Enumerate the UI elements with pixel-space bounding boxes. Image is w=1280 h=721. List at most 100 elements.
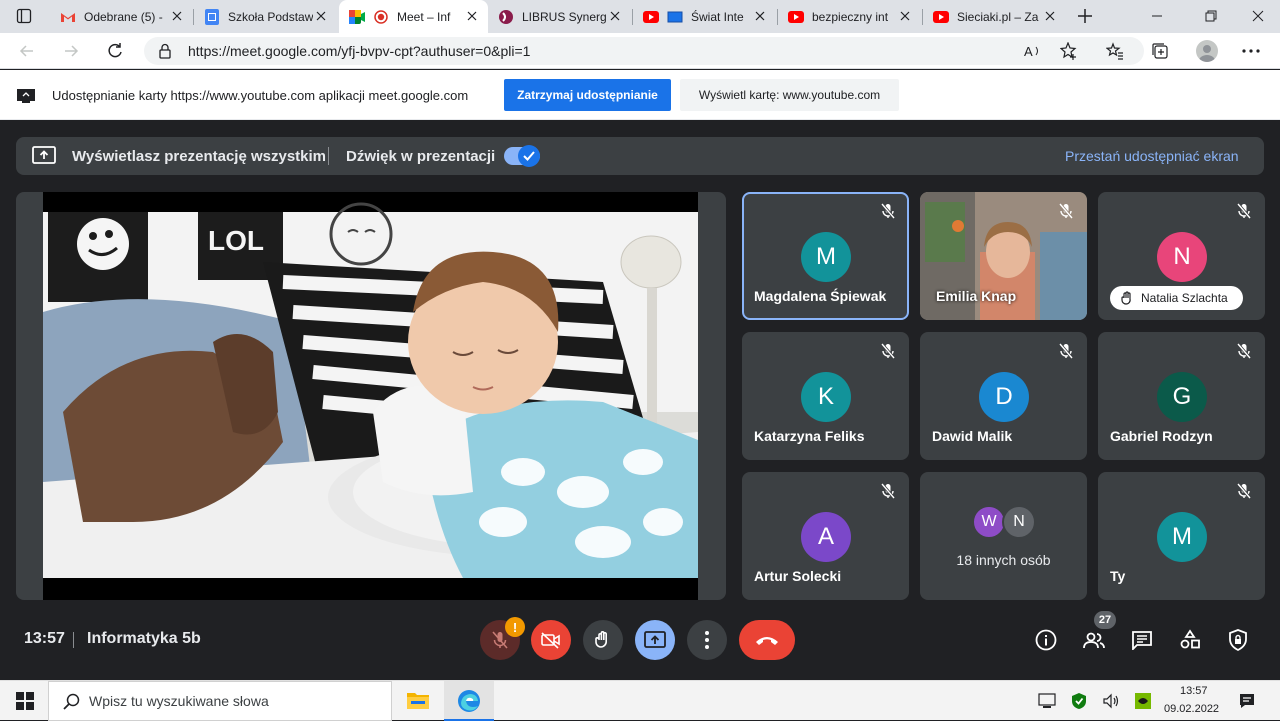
- activities-button[interactable]: [1177, 627, 1203, 653]
- present-screen-icon: [32, 146, 56, 166]
- librus-icon: [498, 9, 514, 25]
- folder-icon: [407, 693, 429, 709]
- meeting-details-button[interactable]: [1033, 627, 1059, 653]
- action-center-button[interactable]: [1238, 692, 1256, 710]
- self-tile[interactable]: M Ty: [1098, 472, 1265, 600]
- favorites-button[interactable]: [1106, 42, 1124, 60]
- google-meet-icon: [349, 9, 365, 25]
- screen-share-icon: [16, 88, 36, 104]
- start-button[interactable]: [16, 692, 34, 710]
- tab-actions-icon: [16, 8, 32, 24]
- others-tile[interactable]: W N 18 innych osób: [920, 472, 1087, 600]
- close-tab-icon[interactable]: [897, 8, 913, 24]
- youtube-icon: [788, 9, 804, 25]
- people-button[interactable]: [1081, 627, 1107, 653]
- participant-name: Dawid Malik: [932, 428, 1013, 444]
- show-tab-button[interactable]: Wyświetl kartę: www.youtube.com: [680, 79, 899, 111]
- hang-up-icon: [756, 637, 778, 645]
- back-button[interactable]: [18, 42, 36, 60]
- collections-button[interactable]: [1151, 42, 1169, 60]
- meeting-name: Informatyka 5b: [87, 630, 201, 647]
- tab-librus[interactable]: LIBRUS Synergi: [488, 0, 631, 33]
- shield-lock-icon: [1229, 629, 1247, 651]
- participant-name: Katarzyna Feliks: [754, 428, 865, 444]
- clock-time[interactable]: 13:57: [1180, 685, 1208, 697]
- divider: [73, 632, 74, 648]
- address-bar-row: https://meet.google.com/yfj-bvpv-cpt?aut…: [0, 33, 1280, 69]
- stop-sharing-button[interactable]: Zatrzymaj udostępnianie: [504, 79, 671, 111]
- volume-icon[interactable]: [1102, 693, 1120, 709]
- raised-hand-badge: Natalia Szlachta: [1110, 286, 1243, 310]
- tablet-mode-icon[interactable]: [1038, 693, 1056, 709]
- minimize-button[interactable]: [1149, 8, 1165, 24]
- profile-button[interactable]: [1196, 40, 1218, 62]
- close-window-button[interactable]: [1250, 8, 1266, 24]
- tab-meet[interactable]: Meet – Inf: [339, 0, 488, 33]
- people-count-badge: 27: [1094, 611, 1116, 629]
- presentation-view: LOL: [16, 192, 726, 600]
- nvidia-icon[interactable]: [1134, 692, 1152, 710]
- shared-video: LOL: [43, 192, 698, 600]
- presenting-bar: Wyświetlasz prezentację wszystkim Dźwięk…: [16, 137, 1264, 175]
- close-tab-icon[interactable]: [464, 8, 480, 24]
- avatar: N: [1002, 505, 1036, 539]
- taskbar-search[interactable]: Wpisz tu wyszukiwane słowa: [48, 681, 392, 721]
- chat-button[interactable]: [1129, 627, 1155, 653]
- lock-icon[interactable]: [158, 43, 172, 59]
- participant-tile[interactable]: M Magdalena Śpiewak: [742, 192, 909, 320]
- participant-tile[interactable]: D Dawid Malik: [920, 332, 1087, 460]
- camera-button[interactable]: [531, 620, 571, 660]
- search-placeholder[interactable]: Wpisz tu wyszukiwane słowa: [89, 693, 269, 709]
- tab-gmail[interactable]: Odebrane (5) -: [50, 0, 193, 33]
- more-options-button[interactable]: [687, 620, 727, 660]
- new-tab-button[interactable]: [1076, 7, 1094, 25]
- tab-bezpieczny[interactable]: bezpieczny int: [778, 0, 921, 33]
- present-screen-icon: [644, 631, 666, 648]
- settings-more-button[interactable]: [1242, 49, 1260, 53]
- tab-szkola[interactable]: Szkoła Podstaw: [194, 0, 337, 33]
- close-tab-icon[interactable]: [1042, 8, 1058, 24]
- close-icon: [1252, 10, 1264, 22]
- youtube-icon: [643, 9, 659, 25]
- close-tab-icon[interactable]: [313, 8, 329, 24]
- forward-button[interactable]: [62, 42, 80, 60]
- participant-tile[interactable]: A Artur Solecki: [742, 472, 909, 600]
- url-field[interactable]: https://meet.google.com/yfj-bvpv-cpt?aut…: [144, 37, 1144, 65]
- avatar: K: [801, 372, 851, 422]
- leave-call-button[interactable]: [739, 620, 795, 660]
- participant-name: Magdalena Śpiewak: [754, 288, 887, 304]
- participant-tile[interactable]: N Natalia Szlachta: [1098, 192, 1265, 320]
- participant-name: Natalia Szlachta: [1141, 291, 1228, 305]
- back-arrow-icon: [19, 45, 33, 57]
- stop-presenting-button[interactable]: Przestań udostępniać ekran: [1065, 148, 1239, 164]
- raise-hand-button[interactable]: [583, 620, 623, 660]
- clock-date[interactable]: 09.02.2022: [1164, 703, 1219, 715]
- avatar: N: [1157, 232, 1207, 282]
- participant-tile[interactable]: K Katarzyna Feliks: [742, 332, 909, 460]
- tab-actions-button[interactable]: [16, 8, 32, 24]
- present-now-button[interactable]: [635, 620, 675, 660]
- host-controls-button[interactable]: [1225, 627, 1251, 653]
- more-vertical-icon: [705, 631, 709, 649]
- info-icon: [1035, 629, 1057, 651]
- divider: [328, 147, 329, 165]
- close-tab-icon[interactable]: [169, 8, 185, 24]
- tab-swiat[interactable]: Świat Inte: [633, 0, 776, 33]
- tab-sieciaki[interactable]: Sieciaki.pl – Za: [923, 0, 1066, 33]
- participant-tile-video[interactable]: Emilia Knap: [920, 192, 1087, 320]
- restore-button[interactable]: [1203, 8, 1219, 24]
- refresh-button[interactable]: [106, 42, 124, 60]
- camera-off-icon: [541, 632, 560, 649]
- defender-shield-icon[interactable]: [1070, 692, 1088, 710]
- read-aloud-icon[interactable]: A: [1024, 43, 1042, 59]
- add-favorite-icon[interactable]: [1060, 42, 1078, 60]
- mic-off-icon: [1058, 343, 1074, 359]
- edge-taskbar-button[interactable]: [444, 681, 494, 721]
- audio-toggle[interactable]: [504, 145, 540, 167]
- close-tab-icon[interactable]: [607, 8, 623, 24]
- avatar: M: [1157, 512, 1207, 562]
- participant-tile[interactable]: G Gabriel Rodzyn: [1098, 332, 1265, 460]
- url-text[interactable]: https://meet.google.com/yfj-bvpv-cpt?aut…: [188, 43, 530, 59]
- close-tab-icon[interactable]: [752, 8, 768, 24]
- file-explorer-button[interactable]: [405, 689, 431, 711]
